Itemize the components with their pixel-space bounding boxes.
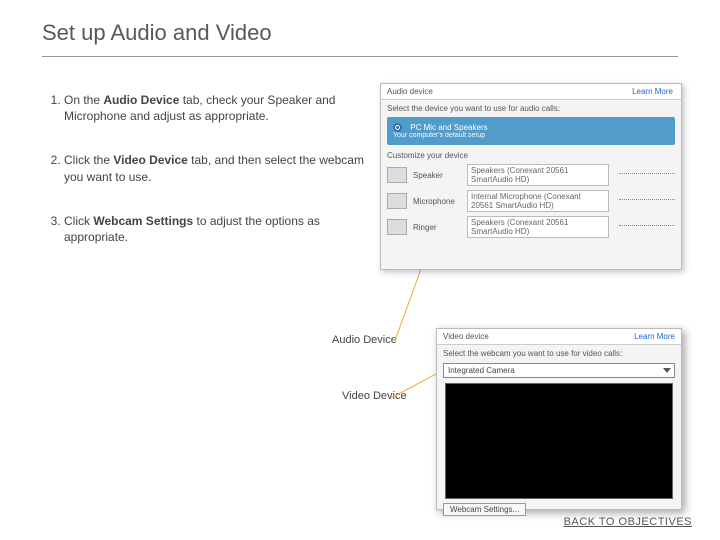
speaker-row: Speaker Speakers (Conexant 20561 SmartAu…	[387, 164, 675, 186]
audio-device-panel: Audio device Learn More Select the devic…	[380, 83, 682, 270]
webcam-settings-button[interactable]: Webcam Settings...	[443, 503, 526, 516]
video-panel-header-text: Video device	[443, 332, 489, 341]
microphone-row: Microphone Internal Microphone (Conexant…	[387, 190, 675, 212]
step-1: On the Audio Device tab, check your Spea…	[64, 92, 364, 124]
speaker-select[interactable]: Speakers (Conexant 20561 SmartAudio HD)	[467, 164, 609, 186]
video-learn-more-link[interactable]: Learn More	[634, 332, 675, 341]
ringer-select[interactable]: Speakers (Conexant 20561 SmartAudio HD)	[467, 216, 609, 238]
steps-list: On the Audio Device tab, check your Spea…	[44, 92, 364, 273]
microphone-label: Microphone	[413, 197, 461, 206]
connector-line-video	[390, 372, 440, 399]
microphone-icon	[387, 193, 407, 209]
back-to-objectives-link[interactable]: BACK TO OBJECTIVES	[564, 516, 692, 528]
speaker-icon	[387, 167, 407, 183]
speaker-label: Speaker	[413, 171, 461, 180]
ringer-label: Ringer	[413, 223, 461, 232]
callout-video-device: Video Device	[342, 390, 407, 402]
step-3-pre: Click	[64, 214, 93, 228]
ringer-row: Ringer Speakers (Conexant 20561 SmartAud…	[387, 216, 675, 238]
slide-title: Set up Audio and Video	[42, 20, 272, 46]
title-rule	[42, 56, 678, 57]
audio-selected-device[interactable]: PC Mic and Speakers Your computer's defa…	[387, 117, 675, 145]
microphone-slider[interactable]	[619, 199, 675, 204]
microphone-select[interactable]: Internal Microphone (Conexant 20561 Smar…	[467, 190, 609, 212]
step-2: Click the Video Device tab, and then sel…	[64, 152, 364, 184]
step-1-bold: Audio Device	[103, 93, 179, 107]
step-1-pre: On the	[64, 93, 103, 107]
connector-line-audio	[395, 265, 423, 341]
audio-instruction: Select the device you want to use for au…	[387, 104, 675, 113]
learn-more-link[interactable]: Learn More	[632, 87, 673, 96]
step-3-bold: Webcam Settings	[93, 214, 193, 228]
video-device-panel: Video device Learn More Select the webca…	[436, 328, 682, 510]
step-2-pre: Click the	[64, 153, 113, 167]
webcam-preview	[445, 383, 673, 499]
customize-heading: Customize your device	[387, 151, 675, 160]
callout-audio-device: Audio Device	[332, 334, 397, 346]
camera-select[interactable]: Integrated Camera	[443, 363, 675, 378]
step-2-bold: Video Device	[113, 153, 187, 167]
ringer-icon	[387, 219, 407, 235]
video-instruction: Select the webcam you want to use for vi…	[443, 349, 675, 358]
audio-selected-sub: Your computer's default setup	[393, 132, 669, 139]
audio-selected-label: PC Mic and Speakers	[410, 123, 487, 132]
video-panel-header: Video device Learn More	[437, 329, 681, 345]
speaker-slider[interactable]	[619, 173, 675, 178]
ringer-slider[interactable]	[619, 225, 675, 230]
step-3: Click Webcam Settings to adjust the opti…	[64, 213, 364, 245]
radio-selected-icon	[393, 123, 402, 132]
